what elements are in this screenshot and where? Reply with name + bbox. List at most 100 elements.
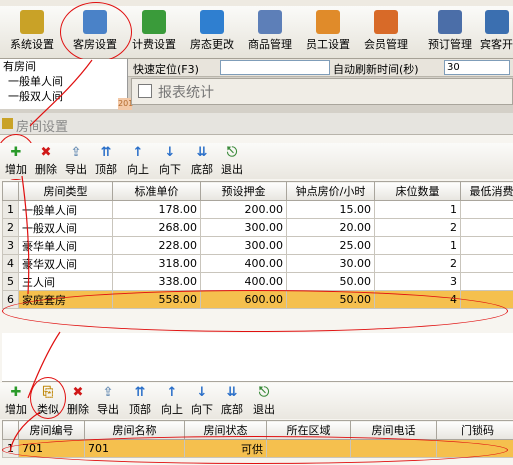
stapler-icon <box>438 10 462 34</box>
cell-hourly[interactable]: 50.00 <box>286 272 375 291</box>
table-row[interactable]: 2 一般双人间 268.00 300.00 20.00 2 <box>2 218 513 237</box>
column-header[interactable]: 标准单价 <box>112 181 201 201</box>
report-window: 报表统计 <box>131 78 513 105</box>
export-icon: ⇪ <box>70 145 82 160</box>
cell-deposit[interactable]: 300.00 <box>200 218 287 237</box>
room-settings-titlebar: 房间设置 <box>0 113 513 135</box>
move-bottom-button[interactable]: ⇊ 底部 <box>218 384 246 418</box>
cell-deposit[interactable]: 400.00 <box>200 272 287 291</box>
room-settings-title: 房间设置 <box>16 120 69 135</box>
cell-price[interactable]: 338.00 <box>112 272 201 291</box>
table-row[interactable]: 5 三人间 338.00 400.00 50.00 3 <box>2 272 513 291</box>
column-header[interactable]: 房间类型 <box>18 181 113 201</box>
cell-price[interactable]: 178.00 <box>112 200 201 219</box>
cell-room-type[interactable]: 三人间 <box>18 272 113 291</box>
move-up-icon: ↑ <box>166 385 178 400</box>
goods-management-button[interactable]: 商品管理 <box>242 8 298 56</box>
move-top-button[interactable]: ⇈ 顶部 <box>92 144 120 178</box>
cell-price[interactable]: 268.00 <box>112 218 201 237</box>
table-row[interactable]: 4 豪华双人间 318.00 400.00 30.00 2 <box>2 254 513 273</box>
export-button[interactable]: ⇪ 导出 <box>62 144 90 178</box>
list-item[interactable]: 一般双人间 <box>0 89 127 104</box>
room-toolbar: ✚ 增加 ⎘ 类似 ✖ 删除 ⇪ 导出 ⇈ 顶部 ↑ 向上 ↓ 向下 ⇊ 底部 … <box>0 383 513 419</box>
cell-hourly[interactable]: 30.00 <box>286 254 375 273</box>
row-number: 2 <box>2 218 19 237</box>
move-bottom-button[interactable]: ⇊ 底部 <box>188 144 216 178</box>
add-room-type-button[interactable]: ✚ 增加 <box>2 144 30 178</box>
row-number-header <box>2 181 19 201</box>
cell-beds[interactable]: 1 <box>374 236 461 255</box>
export-icon: ⇪ <box>102 385 114 400</box>
member-management-button[interactable]: 会员管理 <box>358 8 414 56</box>
key-icon <box>2 118 13 129</box>
move-up-button[interactable]: ↑ 向上 <box>124 144 152 178</box>
cell-min-spend[interactable] <box>460 254 513 273</box>
refresh-seconds-input[interactable] <box>444 60 510 75</box>
quick-locate-label: 快速定位(F3) <box>133 63 199 76</box>
list-item[interactable]: 有房间 <box>0 59 127 74</box>
cell-min-spend[interactable] <box>460 236 513 255</box>
column-header[interactable]: 门锁码 <box>436 420 513 440</box>
cell-room-type[interactable]: 一般单人间 <box>18 200 113 219</box>
add-room-button[interactable]: ✚ 增加 <box>2 384 30 418</box>
delete-icon: ✖ <box>40 145 52 160</box>
cell-deposit[interactable]: 300.00 <box>200 236 287 255</box>
exit-icon: ⎋ <box>226 145 238 160</box>
list-item[interactable]: 一般单人间 <box>0 74 127 89</box>
cell-beds[interactable]: 2 <box>374 254 461 273</box>
money-icon <box>142 10 166 34</box>
system-settings-button[interactable]: 系统设置 <box>4 8 60 56</box>
move-down-button[interactable]: ↓ 向下 <box>156 144 184 178</box>
booking-management-button[interactable]: 预订管理 <box>422 8 478 56</box>
move-down-button[interactable]: ↓ 向下 <box>188 384 216 418</box>
cell-hourly[interactable]: 20.00 <box>286 218 375 237</box>
cell-min-spend[interactable] <box>460 272 513 291</box>
cell-hourly[interactable]: 15.00 <box>286 200 375 219</box>
cell-room-type[interactable]: 豪华双人间 <box>18 254 113 273</box>
guest-icon <box>484 10 509 34</box>
cell-deposit[interactable]: 400.00 <box>200 254 287 273</box>
cell-min-spend[interactable] <box>460 218 513 237</box>
cell-deposit[interactable]: 200.00 <box>200 200 287 219</box>
add-icon: ✚ <box>10 145 22 160</box>
column-header[interactable]: 钟点房价/小时 <box>286 181 375 201</box>
move-up-button[interactable]: ↑ 向上 <box>158 384 186 418</box>
delete-room-button[interactable]: ✖ 删除 <box>64 384 92 418</box>
key-icon <box>20 10 44 34</box>
exit-button[interactable]: ⎋ 退出 <box>250 384 278 418</box>
column-header[interactable]: 床位数量 <box>374 181 461 201</box>
staff-settings-button[interactable]: 员工设置 <box>300 8 356 56</box>
cell-beds[interactable]: 1 <box>374 200 461 219</box>
cell-hourly[interactable]: 25.00 <box>286 236 375 255</box>
table-row[interactable]: 3 豪华单人间 228.00 300.00 25.00 1 <box>2 236 513 255</box>
cell-price[interactable]: 318.00 <box>112 254 201 273</box>
report-window-icon <box>138 84 152 98</box>
cell-price[interactable]: 228.00 <box>112 236 201 255</box>
delete-room-type-button[interactable]: ✖ 删除 <box>32 144 60 178</box>
auto-refresh-label: 自动刷新时间(秒) <box>333 63 419 76</box>
export-button[interactable]: ⇪ 导出 <box>94 384 122 418</box>
exit-button[interactable]: ⎋ 退出 <box>218 144 246 178</box>
quick-locate-input[interactable] <box>220 60 330 75</box>
guest-checkin-button[interactable]: 宾客开 <box>480 8 513 56</box>
staff-icon <box>316 10 340 34</box>
cell-room-type[interactable]: 一般双人间 <box>18 218 113 237</box>
cell-room-type[interactable]: 豪华单人间 <box>18 236 113 255</box>
billing-settings-button[interactable]: 计费设置 <box>126 8 182 56</box>
room-status-button[interactable]: 房态更改 <box>184 8 240 56</box>
room-tree: 有房间 一般单人间 一般双人间 <box>0 59 128 109</box>
column-header[interactable]: 最低消费 <box>460 181 513 201</box>
year-label: 201 <box>118 98 134 110</box>
annotation-circle <box>60 2 132 62</box>
column-header[interactable]: 预设押金 <box>200 181 287 201</box>
report-window-title: 报表统计 <box>158 85 214 101</box>
cell-beds[interactable]: 2 <box>374 218 461 237</box>
column-header[interactable]: 房间编号 <box>18 420 85 440</box>
quick-bar: 快速定位(F3) 自动刷新时间(秒) <box>128 59 513 77</box>
cell-beds[interactable]: 3 <box>374 272 461 291</box>
move-down-icon: ↓ <box>164 145 176 160</box>
move-top-button[interactable]: ⇈ 顶部 <box>126 384 154 418</box>
cell-min-spend[interactable] <box>460 200 513 219</box>
table-row[interactable]: 1 一般单人间 178.00 200.00 15.00 1 <box>2 200 513 219</box>
room-type-toolbar: ✚ 增加 ✖ 删除 ⇪ 导出 ⇈ 顶部 ↑ 向上 ↓ 向下 ⇊ 底部 ⎋ 退出 <box>0 143 513 179</box>
